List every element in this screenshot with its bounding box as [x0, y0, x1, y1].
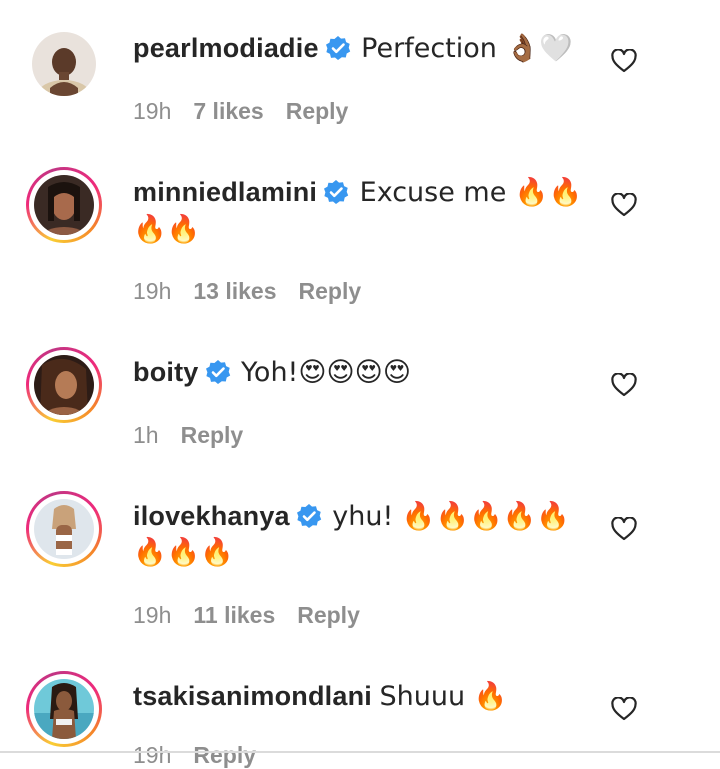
comment-text: Excuse me 🔥🔥 — [359, 177, 583, 208]
comment-text: yhu! 🔥🔥🔥🔥🔥 — [332, 501, 570, 532]
username[interactable]: ilovekhanya — [133, 501, 290, 531]
comment-line: ilovekhanya yhu! 🔥🔥🔥🔥🔥 — [133, 498, 570, 535]
reply-button[interactable]: Reply — [193, 742, 256, 768]
reply-button[interactable]: Reply — [181, 422, 244, 448]
timestamp: 19h — [133, 278, 172, 304]
likes-count[interactable]: 11 likes — [193, 602, 275, 628]
avatar-photo — [34, 679, 94, 739]
comment-text-continued: 🔥🔥🔥 — [133, 537, 234, 568]
reply-button[interactable]: Reply — [299, 278, 362, 304]
comment-meta: 19h Reply — [133, 742, 278, 769]
comment-line: tsakisanimondlani Shuuu 🔥 — [133, 678, 570, 715]
verified-badge-icon — [205, 359, 231, 385]
avatar[interactable] — [26, 347, 102, 423]
timestamp: 19h — [133, 602, 172, 628]
username[interactable]: tsakisanimondlani — [133, 681, 372, 711]
avatar[interactable] — [26, 26, 102, 102]
comment-text-continued: 🔥🔥 — [133, 214, 201, 245]
avatar[interactable] — [26, 491, 102, 567]
username[interactable]: pearlmodiadie — [133, 33, 319, 63]
verified-badge-icon — [296, 503, 322, 529]
comment-meta: 19h 13 likes Reply — [133, 278, 383, 305]
likes-count[interactable]: 7 likes — [193, 98, 263, 124]
comment-text: Yoh!😍😍😍😍 — [241, 357, 411, 388]
avatar[interactable] — [26, 671, 102, 747]
avatar-photo — [34, 355, 94, 415]
comment-text: Shuuu 🔥 — [379, 681, 508, 712]
comment-line: boity Yoh!😍😍😍😍 — [133, 354, 570, 391]
timestamp: 19h — [133, 742, 172, 768]
bottom-divider — [0, 751, 720, 753]
comment-line: minniedlamini Excuse me 🔥🔥 — [133, 174, 582, 211]
avatar[interactable] — [26, 167, 102, 243]
avatar-photo — [34, 175, 94, 235]
verified-badge-icon — [325, 35, 351, 61]
avatar-photo — [34, 499, 94, 559]
comment-line: pearlmodiadie Perfection 👌🏾🤍 — [133, 30, 573, 67]
timestamp: 19h — [133, 98, 172, 124]
timestamp: 1h — [133, 422, 159, 448]
username[interactable]: minniedlamini — [133, 177, 317, 207]
comment-meta: 19h 11 likes Reply — [133, 602, 382, 629]
avatar-photo — [32, 32, 96, 96]
reply-button[interactable]: Reply — [297, 602, 360, 628]
like-heart-icon[interactable] — [611, 517, 637, 541]
comment-meta: 1h Reply — [133, 422, 265, 449]
like-heart-icon[interactable] — [611, 193, 637, 217]
like-heart-icon[interactable] — [611, 373, 637, 397]
username[interactable]: boity — [133, 357, 199, 387]
comment-meta: 19h 7 likes Reply — [133, 98, 370, 125]
like-heart-icon[interactable] — [611, 49, 637, 73]
likes-count[interactable]: 13 likes — [193, 278, 276, 304]
reply-button[interactable]: Reply — [286, 98, 349, 124]
verified-badge-icon — [323, 179, 349, 205]
like-heart-icon[interactable] — [611, 697, 637, 721]
comment-text: Perfection 👌🏾🤍 — [361, 33, 573, 64]
